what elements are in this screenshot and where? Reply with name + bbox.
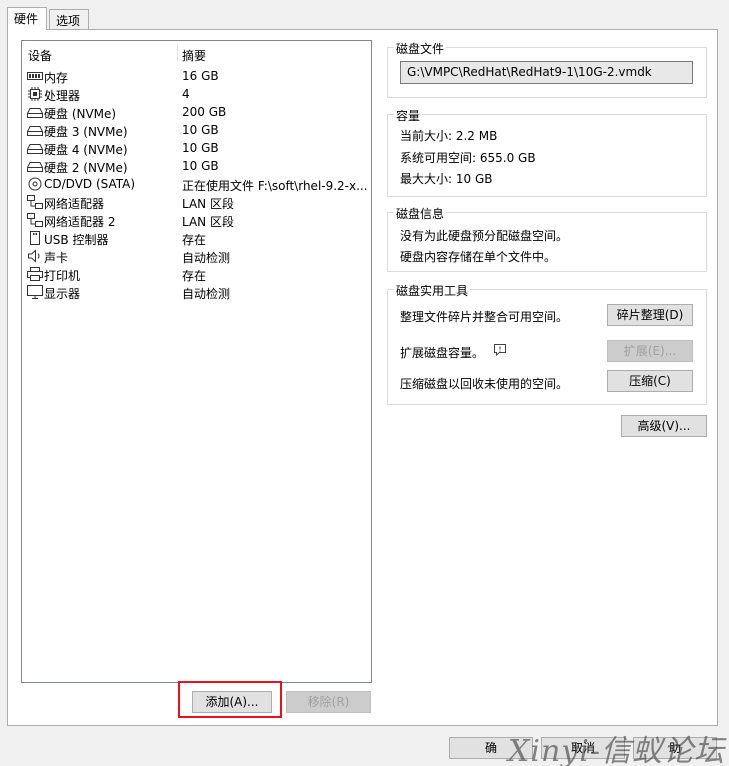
device-row-network[interactable]: 网络适配器 LAN 区段 [22,193,371,211]
cpu-icon [28,87,42,101]
harddisk-icon [27,126,43,136]
device-name: CD/DVD (SATA) [44,177,136,191]
info-comment-icon[interactable] [493,343,507,356]
ok-button-label: 确 [484,741,497,755]
cdrom-icon [28,177,42,191]
sound-icon [28,249,40,263]
device-list[interactable]: 设备 摘要 内存 16 GB 处理器 4 硬盘 (NVMe) 200 GB 硬盘… [21,40,372,683]
device-row-printer[interactable]: 打印机 存在 [22,265,371,283]
device-name: 声卡 [44,251,69,265]
display-icon [27,285,43,299]
network-icon [27,213,43,227]
highlight-box [178,681,282,718]
compact-button[interactable]: 压缩(C) [607,370,693,392]
device-name: 硬盘 (NVMe) [44,107,117,121]
expand-button[interactable]: 扩展(E)... [607,340,693,362]
disk-info-line-1: 没有为此硬盘预分配磁盘空间。 [400,229,569,243]
usb-icon [30,231,40,245]
tab-hardware[interactable]: 硬件 [7,7,47,30]
device-name: 网络适配器 [44,197,105,211]
device-name: 硬盘 4 (NVMe) [44,143,128,157]
capacity-title: 容量 [394,107,423,124]
device-row-memory[interactable]: 内存 16 GB [22,67,371,85]
column-divider[interactable] [177,43,178,61]
device-name: 硬盘 3 (NVMe) [44,125,128,139]
current-size-text: 当前大小: 2.2 MB [400,129,498,143]
device-summary: LAN 区段 [182,215,234,229]
compact-description: 压缩磁盘以回收未使用的空间。 [400,377,569,391]
available-space-text: 系统可用空间: 655.0 GB [400,151,536,165]
device-row-cdrom[interactable]: CD/DVD (SATA) 正在使用文件 F:\soft\rhel-9.2-x.… [22,175,371,193]
device-summary: 10 GB [182,159,219,173]
device-row-harddisk[interactable]: 硬盘 (NVMe) 200 GB [22,103,371,121]
defrag-description: 整理文件碎片并整合可用空间。 [400,310,569,324]
device-summary: 自动检测 [182,287,231,301]
device-name: 处理器 [44,89,81,103]
advanced-button[interactable]: 高级(V)... [621,415,707,437]
device-row-display[interactable]: 显示器 自动检测 [22,283,371,301]
harddisk-icon [27,144,43,154]
device-summary: LAN 区段 [182,197,234,211]
max-size-text: 最大大小: 10 GB [400,172,493,186]
device-name: 显示器 [44,287,81,301]
watermark-text: Xinyi-信蚁论坛 [508,734,725,766]
device-row-harddisk-3[interactable]: 硬盘 3 (NVMe) 10 GB [22,121,371,139]
device-list-header: 设备 摘要 [22,41,371,63]
device-summary: 正在使用文件 F:\soft\rhel-9.2-x... [182,179,368,193]
tab-options[interactable]: 选项 [49,9,89,29]
disk-info-title: 磁盘信息 [394,205,447,222]
device-row-harddisk-4[interactable]: 硬盘 4 (NVMe) 10 GB [22,139,371,157]
device-row-sound[interactable]: 声卡 自动检测 [22,247,371,265]
defrag-button[interactable]: 碎片整理(D) [607,304,693,326]
device-summary: 16 GB [182,69,219,83]
column-header-summary[interactable]: 摘要 [182,47,206,64]
disk-utility-title: 磁盘实用工具 [394,282,471,299]
device-row-network-2[interactable]: 网络适配器 2 LAN 区段 [22,211,371,229]
harddisk-icon [27,108,43,118]
device-summary: 10 GB [182,123,219,137]
device-summary: 200 GB [182,105,227,119]
harddisk-icon [27,162,43,172]
device-summary: 存在 [182,269,207,283]
device-name: 网络适配器 2 [44,215,116,229]
disk-file-path-field[interactable]: G:\VMPC\RedHat\RedHat9-1\10G-2.vmdk [400,61,693,84]
device-row-usb[interactable]: USB 控制器 存在 [22,229,371,247]
device-name: 内存 [44,71,69,85]
disk-file-title: 磁盘文件 [394,40,447,57]
device-summary: 存在 [182,233,207,247]
column-header-device[interactable]: 设备 [28,47,52,64]
tab-hardware-label: 硬件 [14,12,39,26]
remove-button[interactable]: 移除(R) [286,691,371,713]
memory-icon [27,72,43,80]
device-row-cpu[interactable]: 处理器 4 [22,85,371,103]
device-name: 打印机 [44,269,81,283]
tab-options-label: 选项 [56,14,81,28]
device-row-harddisk-2[interactable]: 硬盘 2 (NVMe) 10 GB [22,157,371,175]
disk-info-line-2: 硬盘内容存储在单个文件中。 [400,250,557,264]
device-summary: 10 GB [182,141,219,155]
printer-icon [27,267,43,281]
device-name: 硬盘 2 (NVMe) [44,161,128,175]
vm-settings-window: 硬件 选项 设备 摘要 内存 16 GB 处理器 4 硬盘 (NVMe) 200… [0,0,729,766]
device-summary: 4 [182,87,190,101]
expand-description: 扩展磁盘容量。 [400,346,485,360]
network-icon [27,195,43,209]
device-name: USB 控制器 [44,233,109,247]
device-summary: 自动检测 [182,251,231,265]
